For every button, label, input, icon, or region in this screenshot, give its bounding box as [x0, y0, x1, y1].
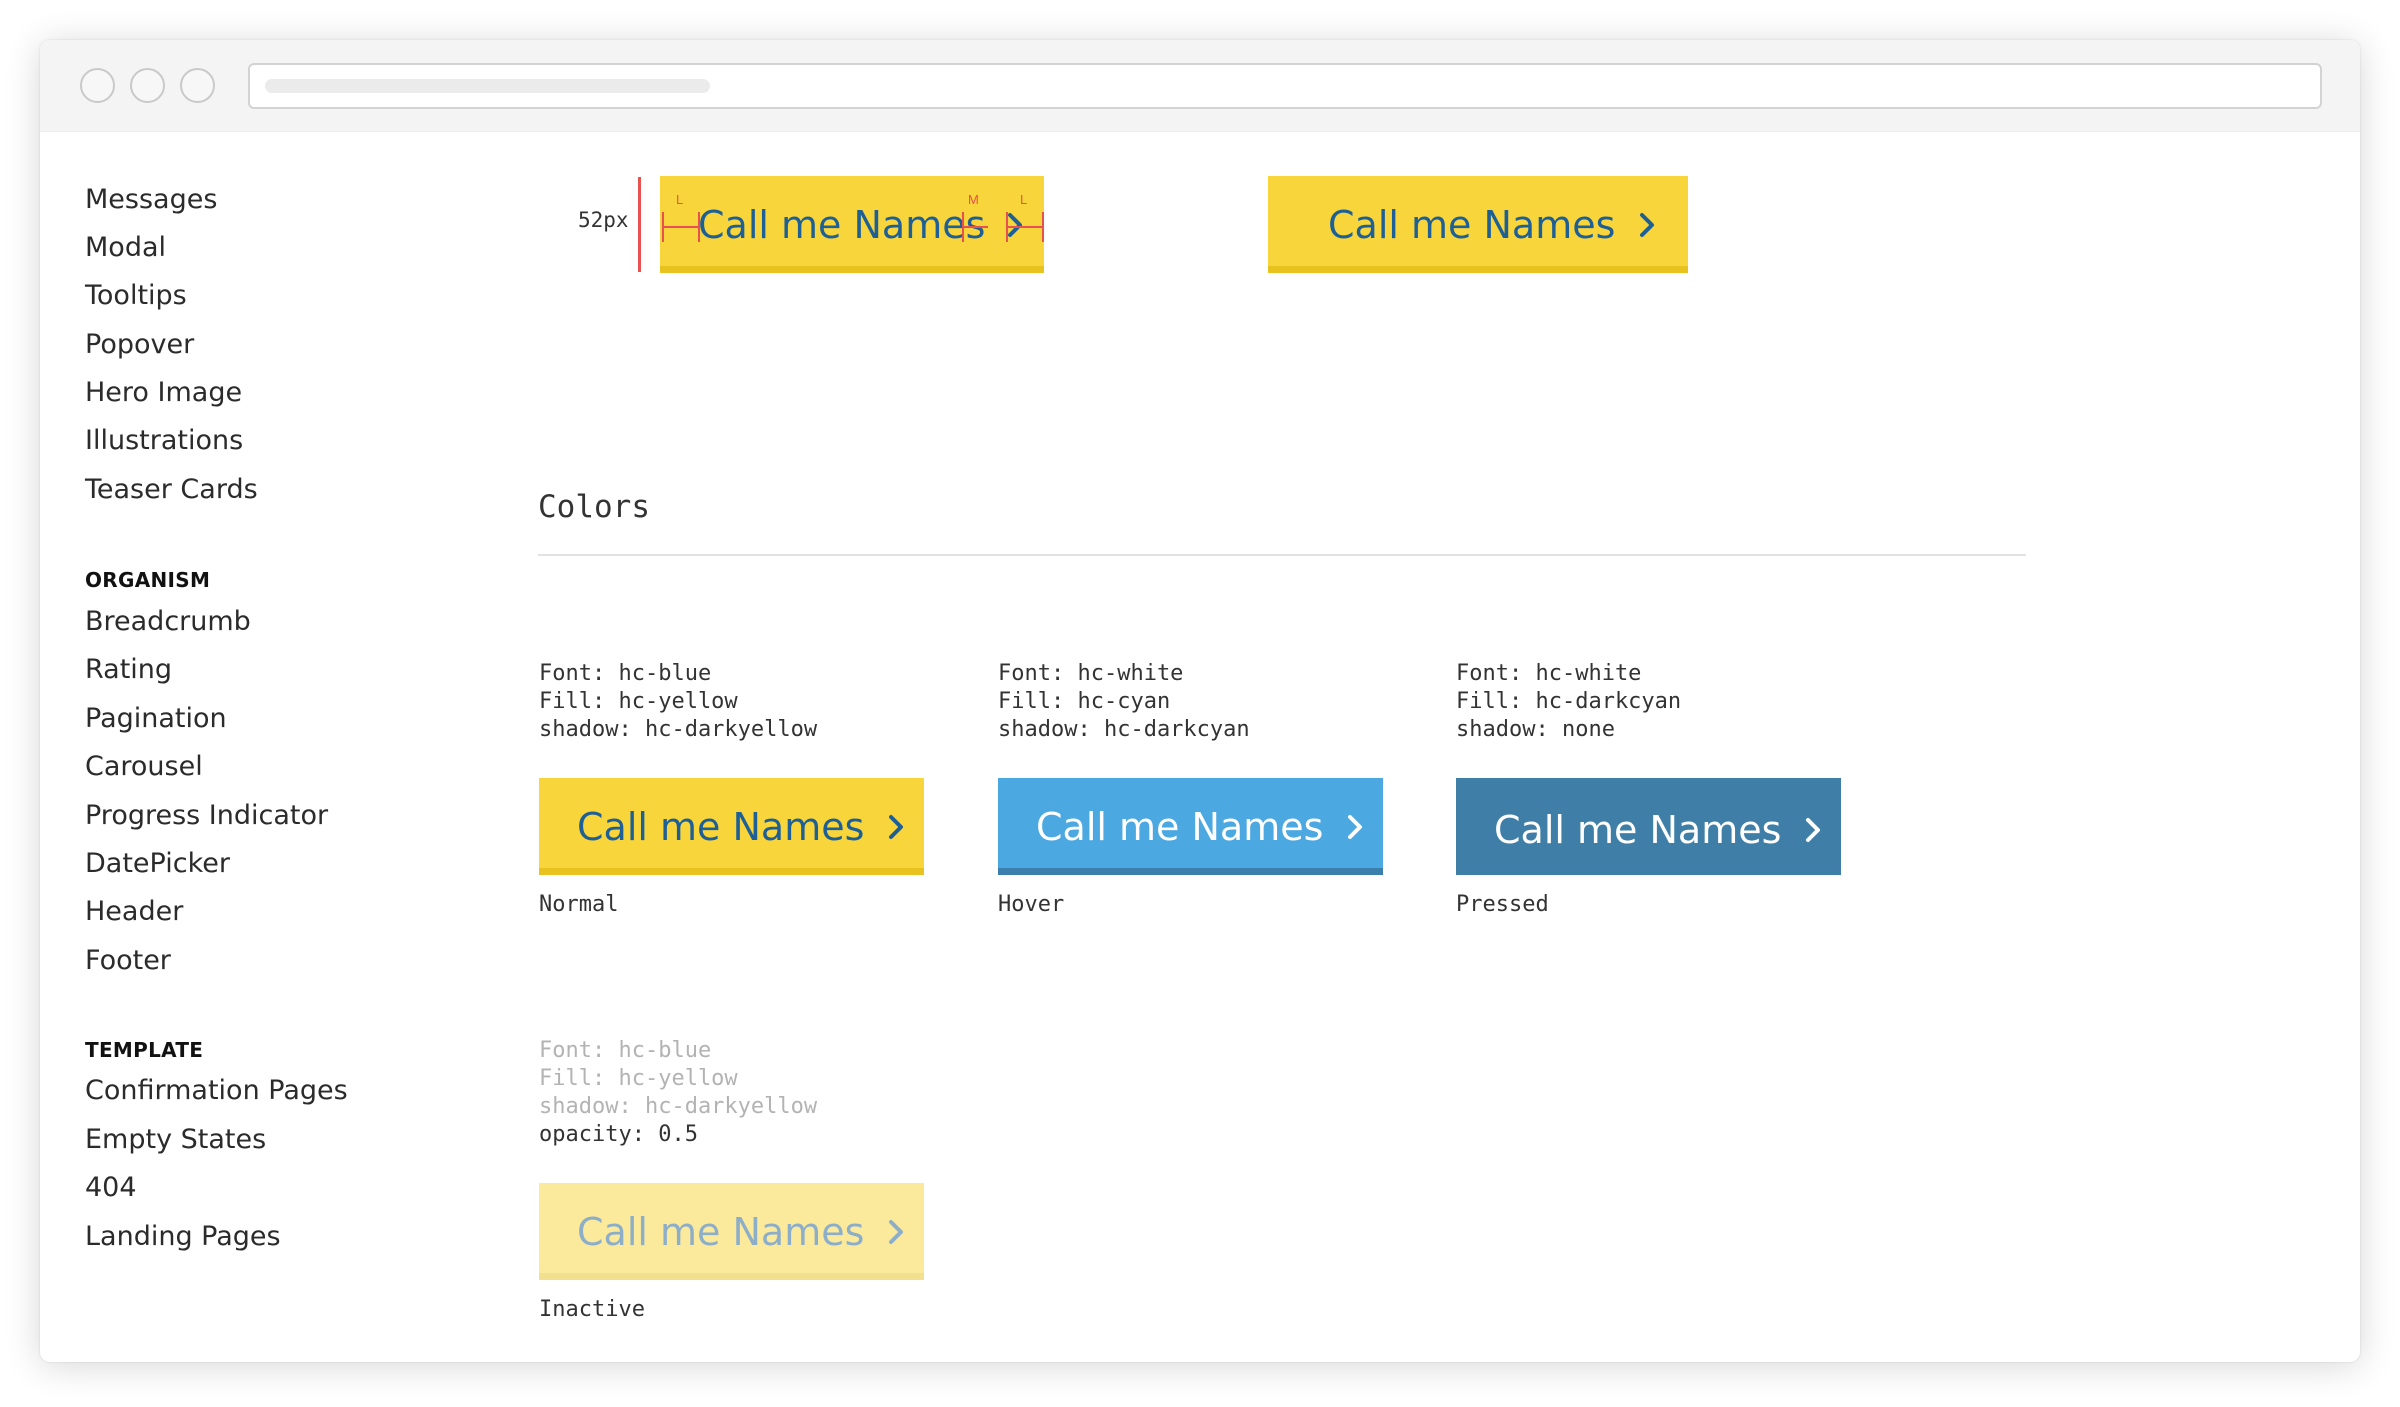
sidebar-item-empty-states[interactable]: Empty States	[85, 1124, 266, 1155]
middle-gap-measure	[962, 226, 988, 228]
sidebar-item-illustrations[interactable]: Illustrations	[85, 425, 243, 456]
minimize-window-button[interactable]	[130, 68, 165, 103]
spacing-demo-button-label: Call me Names	[698, 202, 986, 247]
sidebar-item-carousel[interactable]: Carousel	[85, 751, 203, 782]
normal-state-button[interactable]: Call me Names	[539, 778, 924, 875]
sidebar-item-breadcrumb[interactable]: Breadcrumb	[85, 606, 251, 637]
right-padding-marker: L	[1020, 192, 1028, 207]
inactive-spec: Font: hc-blue Fill: hc-yellow shadow: hc-d…	[539, 1037, 817, 1149]
chevron-right-icon	[888, 814, 904, 840]
preview-cta-label: Call me Names	[1328, 202, 1616, 247]
sidebar-nav: Messages Modal Tooltips Popover Hero Ima…	[40, 132, 500, 1362]
chevron-right-icon	[1347, 814, 1363, 840]
sidebar-heading-template: TEMPLATE	[85, 1038, 204, 1062]
inactive-spec-fill: Fill: hc-yellow	[539, 1066, 738, 1091]
inactive-caption: Inactive	[539, 1297, 645, 1322]
sidebar-item-footer[interactable]: Footer	[85, 945, 171, 976]
height-measure-line	[638, 177, 641, 272]
middle-gap-tick-start	[962, 212, 964, 242]
left-padding-tick-start	[662, 212, 664, 242]
normal-spec: Font: hc-blue Fill: hc-yellow shadow: hc-d…	[539, 660, 817, 744]
pressed-spec-font: Font: hc-white	[1456, 661, 1642, 686]
sidebar-item-modal[interactable]: Modal	[85, 232, 166, 263]
inactive-button-label: Call me Names	[577, 1209, 865, 1254]
browser-titlebar	[40, 40, 2360, 132]
pressed-state-button[interactable]: Call me Names	[1456, 778, 1841, 875]
pressed-spec-shadow: shadow: none	[1456, 717, 1615, 742]
address-placeholder	[265, 79, 710, 93]
normal-caption: Normal	[539, 892, 619, 917]
height-annotation: 52px	[578, 208, 629, 232]
hover-spec: Font: hc-white Fill: hc-cyan shadow: hc-da…	[998, 660, 1250, 744]
hover-spec-fill: Fill: hc-cyan	[998, 689, 1171, 714]
sidebar-item-landing-pages[interactable]: Landing Pages	[85, 1221, 281, 1252]
left-padding-measure	[662, 226, 700, 228]
normal-spec-font: Font: hc-blue	[539, 661, 712, 686]
sidebar-item-messages[interactable]: Messages	[85, 184, 217, 215]
chevron-right-icon	[1639, 212, 1655, 238]
section-divider	[538, 554, 2026, 556]
spacing-demo-button[interactable]: Call me Names	[660, 176, 1044, 273]
right-padding-tick-start	[1006, 212, 1008, 242]
sidebar-item-progress-indicator[interactable]: Progress Indicator	[85, 800, 328, 831]
sidebar-item-datepicker[interactable]: DatePicker	[85, 848, 230, 879]
browser-window: Messages Modal Tooltips Popover Hero Ima…	[40, 40, 2360, 1362]
right-padding-measure	[1006, 226, 1044, 228]
middle-gap-marker: M	[968, 192, 979, 207]
chevron-right-icon	[1805, 817, 1821, 843]
pressed-caption: Pressed	[1456, 892, 1549, 917]
sidebar-item-rating[interactable]: Rating	[85, 654, 172, 685]
sidebar-item-tooltips[interactable]: Tooltips	[85, 280, 187, 311]
hover-state-button[interactable]: Call me Names	[998, 778, 1383, 875]
inactive-state-button: Call me Names	[539, 1183, 924, 1280]
maximize-window-button[interactable]	[180, 68, 215, 103]
close-window-button[interactable]	[80, 68, 115, 103]
sidebar-heading-organism: ORGANISM	[85, 568, 211, 592]
sidebar-item-confirmation-pages[interactable]: Confirmation Pages	[85, 1075, 348, 1106]
pressed-spec: Font: hc-white Fill: hc-darkcyan shadow: n…	[1456, 660, 1681, 744]
hover-caption: Hover	[998, 892, 1065, 917]
hover-button-label: Call me Names	[1036, 804, 1324, 849]
normal-button-label: Call me Names	[577, 804, 865, 849]
left-padding-tick-end	[698, 212, 700, 242]
sidebar-item-404[interactable]: 404	[85, 1172, 137, 1203]
sidebar-item-hero-image[interactable]: Hero Image	[85, 377, 242, 408]
inactive-spec-shadow: shadow: hc-darkyellow	[539, 1094, 818, 1119]
sidebar-item-teaser-cards[interactable]: Teaser Cards	[85, 474, 258, 505]
hover-spec-shadow: shadow: hc-darkcyan	[998, 717, 1250, 742]
sidebar-item-popover[interactable]: Popover	[85, 329, 194, 360]
sidebar-item-header[interactable]: Header	[85, 896, 183, 927]
chevron-right-icon	[888, 1219, 904, 1245]
right-padding-tick-end	[1042, 212, 1044, 242]
sidebar-item-pagination[interactable]: Pagination	[85, 703, 227, 734]
section-title-colors: Colors	[538, 489, 650, 525]
pressed-button-label: Call me Names	[1494, 807, 1782, 852]
normal-spec-fill: Fill: hc-yellow	[539, 689, 738, 714]
hover-spec-font: Font: hc-white	[998, 661, 1184, 686]
chevron-right-icon	[1007, 212, 1023, 238]
inactive-spec-font: Font: hc-blue	[539, 1038, 712, 1063]
left-padding-marker: L	[676, 192, 684, 207]
preview-cta-button[interactable]: Call me Names	[1268, 176, 1688, 273]
inactive-spec-opacity: opacity: 0.5	[539, 1122, 698, 1147]
normal-spec-shadow: shadow: hc-darkyellow	[539, 717, 818, 742]
pressed-spec-fill: Fill: hc-darkcyan	[1456, 689, 1682, 714]
address-bar[interactable]	[248, 63, 2322, 109]
